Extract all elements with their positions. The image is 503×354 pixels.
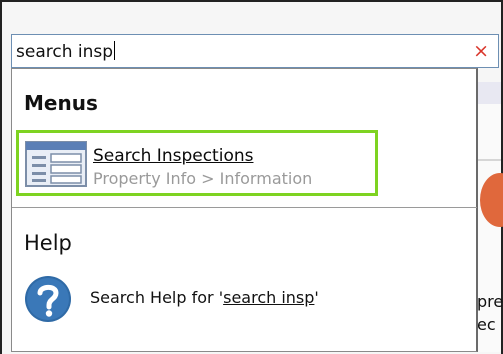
menus-section-header: Menus xyxy=(24,91,98,115)
section-divider xyxy=(12,207,477,208)
search-input[interactable]: search insp × xyxy=(11,34,499,68)
menu-list-icon xyxy=(25,141,87,187)
text-caret xyxy=(114,41,116,60)
search-help-prefix: Search Help for ' xyxy=(90,288,224,307)
background-text-line1: pre xyxy=(477,292,503,311)
search-input-value: search insp xyxy=(16,42,114,62)
search-help-text: Search Help for 'search insp' xyxy=(90,288,319,307)
search-help-query-link[interactable]: search insp xyxy=(223,288,314,307)
search-input-text[interactable]: search insp xyxy=(16,41,116,62)
search-results-dropdown: Menus Search Inspections Property Info >… xyxy=(11,68,478,352)
app-window: pre ec search insp × Menus Search Inspec… xyxy=(0,0,503,354)
window-border-top xyxy=(0,0,503,2)
search-help-suffix: ' xyxy=(314,288,319,307)
menu-result-path: Property Info > Information xyxy=(93,169,313,188)
help-section-header: Help xyxy=(24,231,72,255)
help-question-icon xyxy=(25,276,71,322)
background-divider xyxy=(478,159,501,161)
clear-search-icon[interactable]: × xyxy=(473,40,489,62)
window-border-left xyxy=(0,0,2,354)
menu-result-title: Search Inspections xyxy=(93,146,254,166)
search-help-item[interactable]: Search Help for 'search insp' xyxy=(24,275,464,323)
background-text-line2: ec xyxy=(477,315,496,334)
background-header-strip xyxy=(478,82,501,104)
menu-result-search-inspections[interactable]: Search Inspections Property Info > Infor… xyxy=(16,130,378,196)
